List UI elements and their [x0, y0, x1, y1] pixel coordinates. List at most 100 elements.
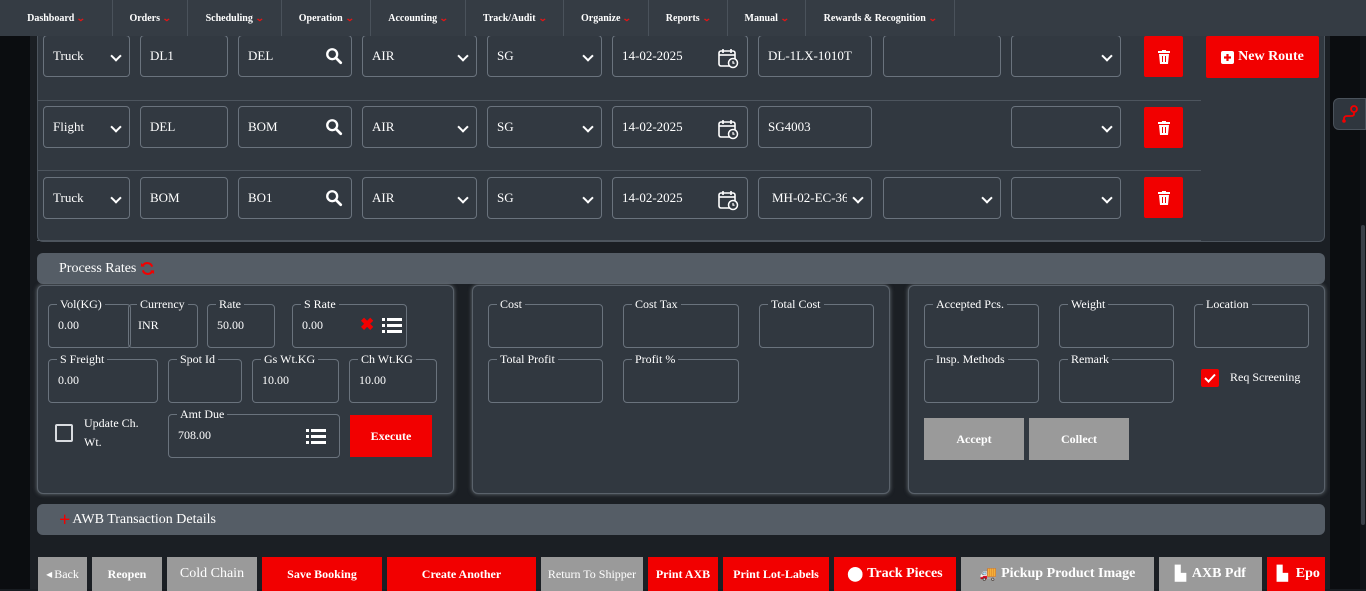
reopen-button[interactable]: Reopen	[92, 557, 162, 591]
search-icon[interactable]	[325, 47, 343, 65]
date-field[interactable]: 14-02-2025	[612, 106, 748, 148]
mode-select[interactable]: Truck	[43, 35, 130, 77]
extra-field[interactable]	[883, 35, 1001, 77]
weight-field[interactable]: Weight	[1059, 297, 1174, 348]
nav-reports[interactable]: Reports ⌄	[649, 0, 728, 36]
currency-field[interactable]: Currency INR	[128, 297, 198, 348]
awb-transaction-header[interactable]: + AWB Transaction Details	[37, 504, 1325, 535]
nav-orders[interactable]: Orders ⌄	[113, 0, 188, 36]
nav-manual[interactable]: Manual ⌄	[728, 0, 806, 36]
transport-type-value: AIR	[372, 119, 395, 134]
execute-button[interactable]: Execute	[350, 415, 432, 457]
cost-field[interactable]: Cost	[488, 297, 603, 348]
destination-value: DEL	[248, 48, 274, 63]
chevron-down-icon: ⌄	[537, 12, 548, 23]
vehicle-ref-field[interactable]: SG4003	[758, 106, 872, 148]
epod-button[interactable]: ▙ Epo	[1267, 557, 1325, 591]
cold-chain-button[interactable]: Cold Chain	[167, 557, 257, 591]
mode-select[interactable]: Truck	[43, 177, 130, 219]
list-icon[interactable]	[306, 429, 326, 445]
s-rate-field[interactable]: S Rate 0.00 ✖	[292, 297, 407, 348]
destination-field[interactable]: BOM	[238, 106, 352, 148]
destination-field[interactable]: BO1	[238, 177, 352, 219]
amount-due-field[interactable]: Amt Due 708.00	[168, 407, 340, 458]
chargeable-weight-field[interactable]: Ch Wt.KG 10.00	[349, 352, 437, 403]
rate-label: Rate	[216, 297, 244, 311]
clear-icon[interactable]: ✖	[360, 315, 374, 335]
destination-field[interactable]: DEL	[238, 35, 352, 77]
vehicle-ref-select[interactable]: MH-02-EC-369	[758, 177, 872, 219]
rate-field[interactable]: Rate 50.00	[207, 297, 275, 348]
chevron-down-icon: ⌄	[344, 12, 355, 23]
print-axb-button[interactable]: Print AXB	[648, 557, 718, 591]
transport-type-select[interactable]: AIR	[362, 177, 477, 219]
total-cost-field[interactable]: Total Cost	[759, 297, 874, 348]
delete-route-button[interactable]	[1144, 36, 1183, 77]
calendar-icon[interactable]	[717, 189, 739, 211]
date-field[interactable]: 14-02-2025	[612, 177, 748, 219]
nav-rewards[interactable]: Rewards & Recognition ⌄	[806, 0, 955, 36]
status-select[interactable]	[1011, 35, 1121, 77]
axb-pdf-button[interactable]: ▙ AXB Pdf	[1159, 557, 1262, 591]
nav-accounting[interactable]: Accounting ⌄	[371, 0, 466, 36]
chevron-down-icon: ⌄	[439, 12, 449, 23]
pickup-product-image-button[interactable]: 🚚 Pickup Product Image	[961, 557, 1154, 591]
vol-kg-field[interactable]: Vol(KG) 0.00	[48, 297, 131, 348]
profit-pct-field[interactable]: Profit %	[623, 352, 739, 403]
remark-field[interactable]: Remark	[1059, 352, 1174, 403]
nav-dashboard[interactable]: Dashboard ⌄	[0, 0, 113, 36]
track-pieces-button[interactable]: ⬤ Track Pieces	[834, 557, 956, 591]
carrier-select[interactable]: SG	[487, 35, 602, 77]
refresh-icon[interactable]	[140, 261, 155, 276]
search-icon[interactable]	[325, 189, 343, 207]
calendar-icon[interactable]	[717, 118, 739, 140]
req-screening-checkbox[interactable]	[1201, 369, 1219, 387]
update-ch-wt-checkbox[interactable]	[55, 424, 73, 442]
list-icon[interactable]	[382, 318, 402, 334]
date-field[interactable]: 14-02-2025	[612, 35, 748, 77]
nav-organize[interactable]: Organize ⌄	[564, 0, 649, 36]
cost-tax-field[interactable]: Cost Tax	[623, 297, 739, 348]
return-to-shipper-button[interactable]: Return To Shipper	[541, 557, 643, 591]
side-route-tab[interactable]	[1333, 98, 1366, 130]
mode-value: Flight	[53, 119, 85, 134]
origin-field[interactable]: DEL	[140, 106, 228, 148]
search-icon[interactable]	[325, 118, 343, 136]
s-rate-value: 0.00	[302, 318, 323, 332]
status-select[interactable]	[1011, 106, 1121, 148]
s-rate-label: S Rate	[301, 297, 339, 311]
gross-weight-field[interactable]: Gs Wt.KG 10.00	[252, 352, 339, 403]
transport-type-select[interactable]: AIR	[362, 35, 477, 77]
create-another-button[interactable]: Create Another	[387, 557, 536, 591]
insp-methods-field[interactable]: Insp. Methods	[924, 352, 1039, 403]
collect-button[interactable]: Collect	[1029, 418, 1129, 460]
save-booking-button[interactable]: Save Booking	[262, 557, 382, 591]
new-route-button[interactable]: New Route	[1206, 36, 1319, 78]
nav-scheduling[interactable]: Scheduling ⌄	[188, 0, 282, 36]
total-profit-field[interactable]: Total Profit	[488, 352, 603, 403]
s-freight-field[interactable]: S Freight 0.00	[48, 352, 158, 403]
transport-type-select[interactable]: AIR	[362, 106, 477, 148]
accepted-pcs-field[interactable]: Accepted Pcs.	[924, 297, 1039, 348]
spot-id-field[interactable]: Spot Id	[168, 352, 242, 403]
nav-track-audit[interactable]: Track/Audit ⌄	[466, 0, 564, 36]
vehicle-ref-field[interactable]: DL-1LX-1010T	[758, 35, 872, 77]
origin-field[interactable]: BOM	[140, 177, 228, 219]
origin-field[interactable]: DL1	[140, 35, 228, 77]
extra-select[interactable]	[883, 177, 1001, 219]
accept-button[interactable]: Accept	[924, 418, 1024, 460]
calendar-icon[interactable]	[717, 47, 739, 69]
nav-operation[interactable]: Operation ⌄	[282, 0, 371, 36]
location-field[interactable]: Location	[1194, 297, 1309, 348]
delete-route-button[interactable]	[1144, 177, 1183, 218]
process-rates-header[interactable]: Process Rates	[37, 253, 1325, 284]
print-lot-labels-button[interactable]: Print Lot-Labels	[723, 557, 829, 591]
scrollbar-thumb[interactable]	[1361, 225, 1365, 525]
status-select[interactable]	[1011, 177, 1121, 219]
carrier-select[interactable]: SG	[487, 106, 602, 148]
delete-route-button[interactable]	[1144, 107, 1183, 148]
mode-select[interactable]: Flight	[43, 106, 130, 148]
file-icon: ▙	[1277, 566, 1288, 582]
back-button[interactable]: ◂ Back	[38, 557, 87, 591]
carrier-select[interactable]: SG	[487, 177, 602, 219]
